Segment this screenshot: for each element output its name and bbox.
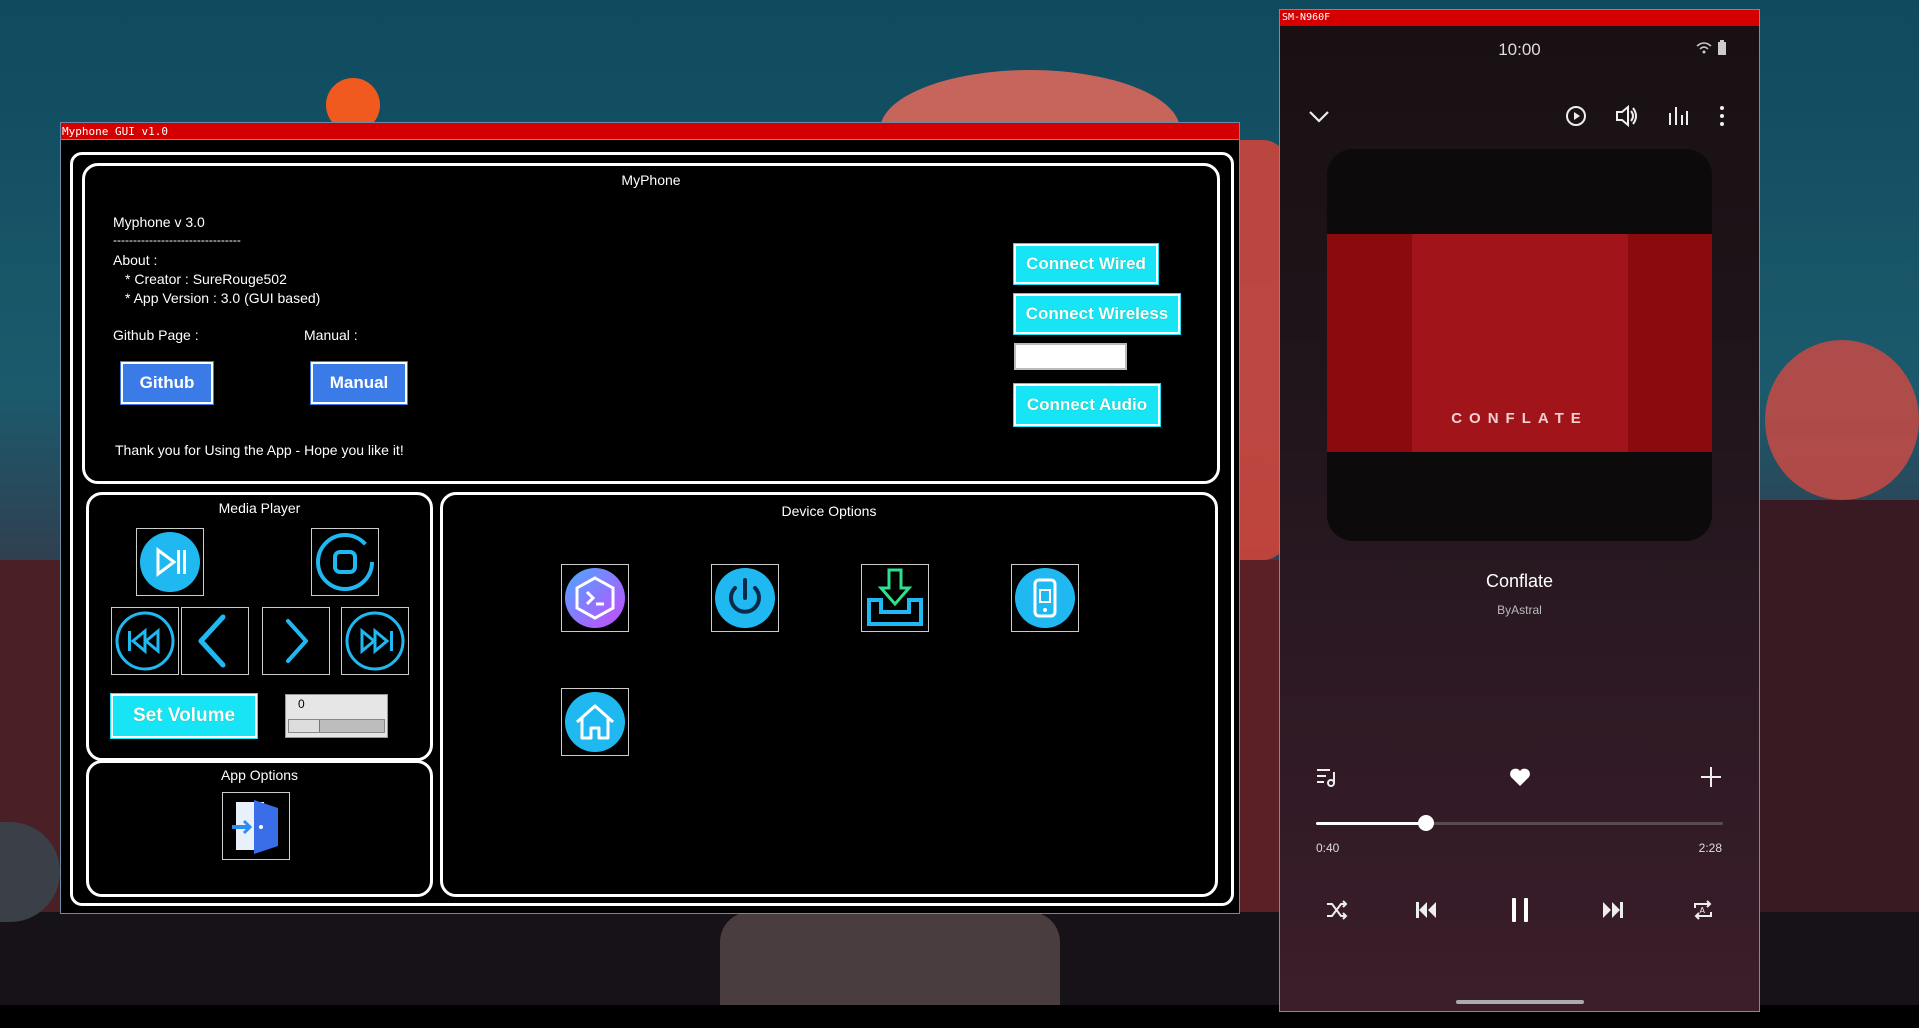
cast-icon[interactable] bbox=[1564, 104, 1588, 128]
add-icon[interactable] bbox=[1700, 766, 1722, 788]
separator-text: -------------------------------- bbox=[113, 233, 241, 247]
window-title-bar[interactable]: Myphone GUI v1.0 bbox=[61, 123, 1239, 140]
download-icon bbox=[867, 568, 923, 626]
section-title: Device Options bbox=[781, 503, 877, 519]
app-version-text: * App Version : 3.0 (GUI based) bbox=[125, 290, 321, 306]
prev-icon bbox=[198, 614, 226, 668]
app-options-section: App Options bbox=[86, 760, 433, 897]
seek-bar-thumb[interactable] bbox=[1417, 815, 1434, 831]
album-art: CONFLATE bbox=[1327, 234, 1712, 452]
manual-label: Manual : bbox=[304, 327, 358, 343]
status-time: 10:00 bbox=[1498, 40, 1541, 59]
stop-icon bbox=[316, 533, 374, 591]
previous-icon[interactable] bbox=[1415, 900, 1437, 920]
exit-icon bbox=[232, 800, 278, 854]
next-icon bbox=[286, 619, 308, 663]
home-gesture-bar[interactable] bbox=[1456, 1000, 1584, 1004]
device-options-section: Device Options bbox=[440, 492, 1218, 897]
wifi-icon bbox=[1696, 42, 1712, 54]
phone-title-bar[interactable]: SM-N960F bbox=[1280, 10, 1759, 26]
home-icon bbox=[565, 692, 625, 752]
city-silhouette bbox=[1240, 560, 1280, 920]
album-art-text: CONFLATE bbox=[1451, 410, 1588, 427]
github-label: Github Page : bbox=[113, 327, 199, 343]
phone-mirror-window: SM-N960F 10:00 CONFLATE Conflate ByAstra… bbox=[1279, 9, 1760, 1012]
playlist-icon[interactable] bbox=[1316, 767, 1338, 787]
battery-icon bbox=[1718, 40, 1726, 55]
about-label: About : bbox=[113, 252, 158, 268]
home-button[interactable] bbox=[561, 688, 629, 756]
download-button[interactable] bbox=[861, 564, 929, 632]
elapsed-time: 0:40 bbox=[1316, 841, 1340, 855]
play-pause-button[interactable] bbox=[136, 528, 204, 596]
cloud-shape bbox=[1765, 340, 1919, 500]
myphone-section: MyPhone Myphone v 3.0 ------------------… bbox=[82, 163, 1220, 484]
svg-text:A: A bbox=[1700, 906, 1706, 915]
myphone-window: Myphone GUI v1.0 MyPhone Myphone v 3.0 -… bbox=[60, 122, 1240, 914]
total-duration: 2:28 bbox=[1698, 841, 1722, 855]
song-title: Conflate bbox=[1485, 571, 1554, 591]
manual-button[interactable]: Manual bbox=[310, 361, 408, 405]
car-shape bbox=[720, 912, 1060, 1012]
city-silhouette bbox=[1760, 500, 1919, 920]
screenshot-button[interactable] bbox=[1011, 564, 1079, 632]
pause-icon[interactable] bbox=[1508, 896, 1532, 924]
creator-text: * Creator : SureRouge502 bbox=[125, 271, 287, 287]
connect-audio-button[interactable]: Connect Audio bbox=[1013, 383, 1161, 427]
section-title: MyPhone bbox=[621, 172, 681, 188]
github-button[interactable]: Github bbox=[120, 361, 214, 405]
collapse-chevron-icon[interactable] bbox=[1308, 110, 1330, 124]
repeat-icon[interactable]: A bbox=[1691, 899, 1715, 921]
fast-forward-icon bbox=[345, 611, 405, 671]
screenshot-icon bbox=[1015, 568, 1075, 628]
seek-bar-progress bbox=[1316, 822, 1426, 825]
power-button[interactable] bbox=[711, 564, 779, 632]
equalizer-icon[interactable] bbox=[1667, 105, 1689, 127]
thanks-text: Thank you for Using the App - Hope you l… bbox=[115, 442, 404, 458]
media-player-section: Media Player Set Volume 0 bbox=[86, 492, 433, 761]
volume-thumb[interactable] bbox=[289, 720, 320, 732]
volume-icon[interactable] bbox=[1615, 105, 1639, 127]
volume-slider[interactable]: 0 bbox=[285, 694, 388, 738]
seek-bar[interactable] bbox=[1316, 815, 1723, 831]
play-pause-icon bbox=[140, 532, 200, 592]
set-volume-button[interactable]: Set Volume bbox=[110, 693, 258, 739]
terminal-button[interactable] bbox=[561, 564, 629, 632]
section-title: App Options bbox=[220, 767, 299, 783]
exit-button[interactable] bbox=[222, 792, 290, 860]
rewind-icon bbox=[115, 611, 175, 671]
connect-wired-button[interactable]: Connect Wired bbox=[1013, 243, 1159, 285]
terminal-icon bbox=[565, 568, 625, 628]
volume-value: 0 bbox=[298, 697, 305, 711]
ip-address-input[interactable] bbox=[1014, 343, 1127, 370]
more-icon[interactable] bbox=[1718, 105, 1726, 127]
volume-trough bbox=[288, 719, 385, 733]
rewind-button[interactable] bbox=[111, 607, 179, 675]
connect-wireless-button[interactable]: Connect Wireless bbox=[1013, 293, 1181, 335]
stop-button[interactable] bbox=[311, 528, 379, 596]
previous-button[interactable] bbox=[181, 607, 249, 675]
next-button[interactable] bbox=[262, 607, 330, 675]
next-icon[interactable] bbox=[1602, 900, 1624, 920]
artist-name: ByAstral bbox=[1497, 603, 1542, 617]
section-title: Media Player bbox=[218, 500, 301, 516]
version-text: Myphone v 3.0 bbox=[113, 214, 205, 230]
heart-icon[interactable] bbox=[1509, 767, 1531, 787]
power-icon bbox=[715, 568, 775, 628]
shuffle-icon[interactable] bbox=[1326, 900, 1348, 920]
fast-forward-button[interactable] bbox=[341, 607, 409, 675]
album-card: CONFLATE bbox=[1327, 149, 1712, 541]
